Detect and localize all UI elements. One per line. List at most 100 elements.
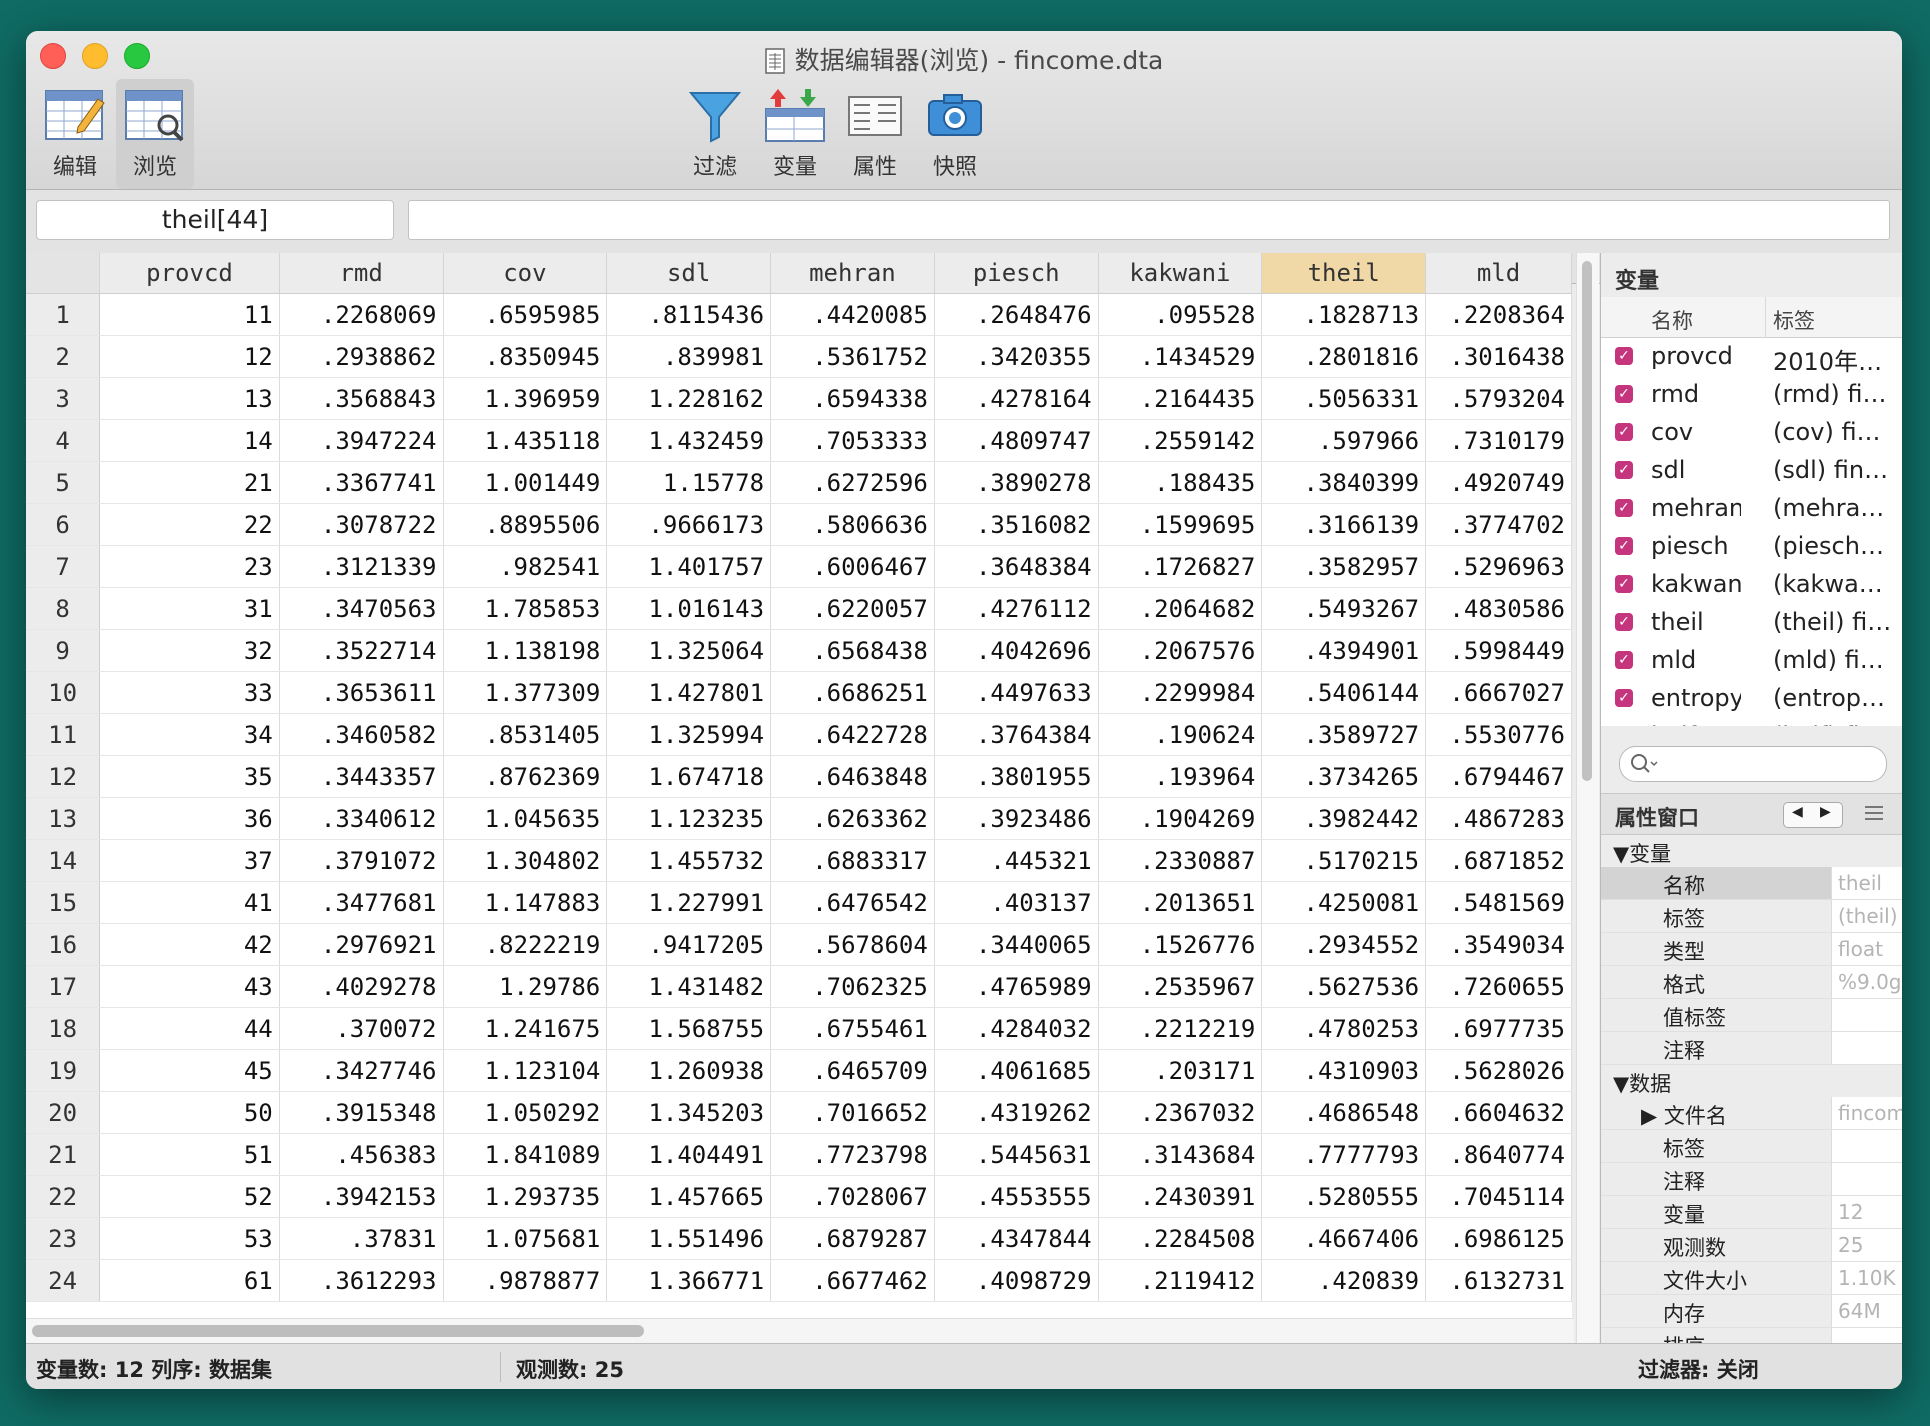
- table-cell[interactable]: .2013651: [1098, 881, 1263, 924]
- table-cell[interactable]: .2268069: [279, 293, 444, 336]
- row-number[interactable]: 15: [26, 881, 101, 924]
- property-value[interactable]: fincome: [1831, 1097, 1902, 1129]
- property-value[interactable]: [1831, 1130, 1902, 1162]
- table-cell[interactable]: .3982442: [1261, 797, 1427, 840]
- table-cell[interactable]: .4809747: [934, 419, 1099, 462]
- table-cell[interactable]: 1.241675: [443, 1007, 608, 1050]
- table-cell[interactable]: .982541: [443, 545, 608, 588]
- variable-list-item[interactable]: ✓ provcd 2010年…: [1601, 338, 1902, 376]
- row-number[interactable]: 11: [26, 713, 101, 756]
- table-cell[interactable]: .5678604: [770, 923, 935, 966]
- variable-list-item[interactable]: ✓ mld (mld) fi…: [1601, 642, 1902, 680]
- table-cell[interactable]: .403137: [934, 881, 1099, 924]
- table-cell[interactable]: .8222219: [443, 923, 608, 966]
- table-cell[interactable]: 1.325064: [606, 629, 772, 672]
- table-cell[interactable]: .5056331: [1261, 377, 1427, 420]
- table-cell[interactable]: .6794467: [1425, 755, 1572, 798]
- table-cell[interactable]: .5628026: [1425, 1049, 1572, 1092]
- table-cell[interactable]: .3016438: [1425, 335, 1572, 378]
- table-cell[interactable]: .4061685: [934, 1049, 1099, 1092]
- table-cell[interactable]: 14: [99, 419, 280, 462]
- row-number[interactable]: 7: [26, 545, 101, 588]
- property-row[interactable]: 注释: [1601, 1163, 1902, 1196]
- table-cell[interactable]: .4553555: [934, 1175, 1099, 1218]
- table-cell[interactable]: 1.396959: [443, 377, 608, 420]
- table-cell[interactable]: .2535967: [1098, 965, 1263, 1008]
- table-cell[interactable]: .6755461: [770, 1007, 935, 1050]
- table-cell[interactable]: .4029278: [279, 965, 444, 1008]
- table-cell[interactable]: 1.674718: [606, 755, 772, 798]
- table-cell[interactable]: .4098729: [934, 1259, 1099, 1302]
- table-cell[interactable]: .3443357: [279, 755, 444, 798]
- table-cell[interactable]: .3427746: [279, 1049, 444, 1092]
- table-cell[interactable]: .3791072: [279, 839, 444, 882]
- property-value[interactable]: 64M: [1831, 1295, 1902, 1327]
- variable-list-item[interactable]: ✓ rmd (rmd) fi…: [1601, 376, 1902, 414]
- table-cell[interactable]: .6604632: [1425, 1091, 1572, 1134]
- table-cell[interactable]: .4250081: [1261, 881, 1427, 924]
- table-cell[interactable]: .5280555: [1261, 1175, 1427, 1218]
- table-cell[interactable]: 1.785853: [443, 587, 608, 630]
- table-cell[interactable]: .3477681: [279, 881, 444, 924]
- checkbox-icon[interactable]: ✓: [1615, 385, 1633, 403]
- table-cell[interactable]: .37831: [279, 1217, 444, 1260]
- row-number[interactable]: 19: [26, 1049, 101, 1092]
- table-cell[interactable]: .5361752: [770, 335, 935, 378]
- table-cell[interactable]: .3947224: [279, 419, 444, 462]
- checkbox-icon[interactable]: ✓: [1615, 347, 1633, 365]
- table-cell[interactable]: .3440065: [934, 923, 1099, 966]
- variable-list-item[interactable]: ✓ kakwani (kakwa…: [1601, 566, 1902, 604]
- checkbox-icon[interactable]: ✓: [1615, 575, 1633, 593]
- table-cell[interactable]: 1.260938: [606, 1049, 772, 1092]
- property-row[interactable]: 变量 12: [1601, 1196, 1902, 1229]
- table-cell[interactable]: .193964: [1098, 755, 1263, 798]
- property-row[interactable]: 名称 theil: [1601, 867, 1902, 900]
- row-number[interactable]: 13: [26, 797, 101, 840]
- table-cell[interactable]: .2064682: [1098, 587, 1263, 630]
- table-cell[interactable]: 44: [99, 1007, 280, 1050]
- property-value[interactable]: theil: [1831, 867, 1902, 899]
- property-row[interactable]: 注释: [1601, 1032, 1902, 1065]
- table-cell[interactable]: .8640774: [1425, 1133, 1572, 1176]
- row-number[interactable]: 22: [26, 1175, 101, 1218]
- variable-list-item[interactable]: ✓ theil (theil) fi…: [1601, 604, 1902, 642]
- row-number[interactable]: 17: [26, 965, 101, 1008]
- table-cell[interactable]: .3942153: [279, 1175, 444, 1218]
- row-number[interactable]: 12: [26, 755, 101, 798]
- table-cell[interactable]: .7045114: [1425, 1175, 1572, 1218]
- table-cell[interactable]: .3367741: [279, 461, 444, 504]
- table-cell[interactable]: .2648476: [934, 293, 1099, 336]
- table-cell[interactable]: 1.455732: [606, 839, 772, 882]
- column-header-cov[interactable]: cov: [443, 253, 608, 294]
- table-cell[interactable]: .3568843: [279, 377, 444, 420]
- property-value[interactable]: [1831, 1163, 1902, 1195]
- table-cell[interactable]: .6977735: [1425, 1007, 1572, 1050]
- table-cell[interactable]: .3653611: [279, 671, 444, 714]
- table-cell[interactable]: 61: [99, 1259, 280, 1302]
- property-value[interactable]: %9.0g: [1831, 966, 1902, 998]
- property-value[interactable]: (theil): [1831, 900, 1902, 932]
- table-cell[interactable]: .5406144: [1261, 671, 1427, 714]
- table-cell[interactable]: .2208364: [1425, 293, 1572, 336]
- table-cell[interactable]: 42: [99, 923, 280, 966]
- table-cell[interactable]: .3589727: [1261, 713, 1427, 756]
- property-value[interactable]: float: [1831, 933, 1902, 965]
- table-cell[interactable]: .3764384: [934, 713, 1099, 756]
- table-cell[interactable]: .6883317: [770, 839, 935, 882]
- row-number[interactable]: 4: [26, 419, 101, 462]
- table-cell[interactable]: .4830586: [1425, 587, 1572, 630]
- table-cell[interactable]: .203171: [1098, 1049, 1263, 1092]
- table-cell[interactable]: .9878877: [443, 1259, 608, 1302]
- table-cell[interactable]: .2067576: [1098, 629, 1263, 672]
- horizontal-scroll-thumb[interactable]: [32, 1325, 644, 1337]
- table-cell[interactable]: .6594338: [770, 377, 935, 420]
- table-cell[interactable]: .7777793: [1261, 1133, 1427, 1176]
- table-cell[interactable]: .6006467: [770, 545, 935, 588]
- table-cell[interactable]: 1.431482: [606, 965, 772, 1008]
- checkbox-icon[interactable]: ✓: [1615, 461, 1633, 479]
- table-cell[interactable]: .190624: [1098, 713, 1263, 756]
- row-number[interactable]: 9: [26, 629, 101, 672]
- table-cell[interactable]: .4276112: [934, 587, 1099, 630]
- table-cell[interactable]: .9666173: [606, 503, 772, 546]
- table-cell[interactable]: .6422728: [770, 713, 935, 756]
